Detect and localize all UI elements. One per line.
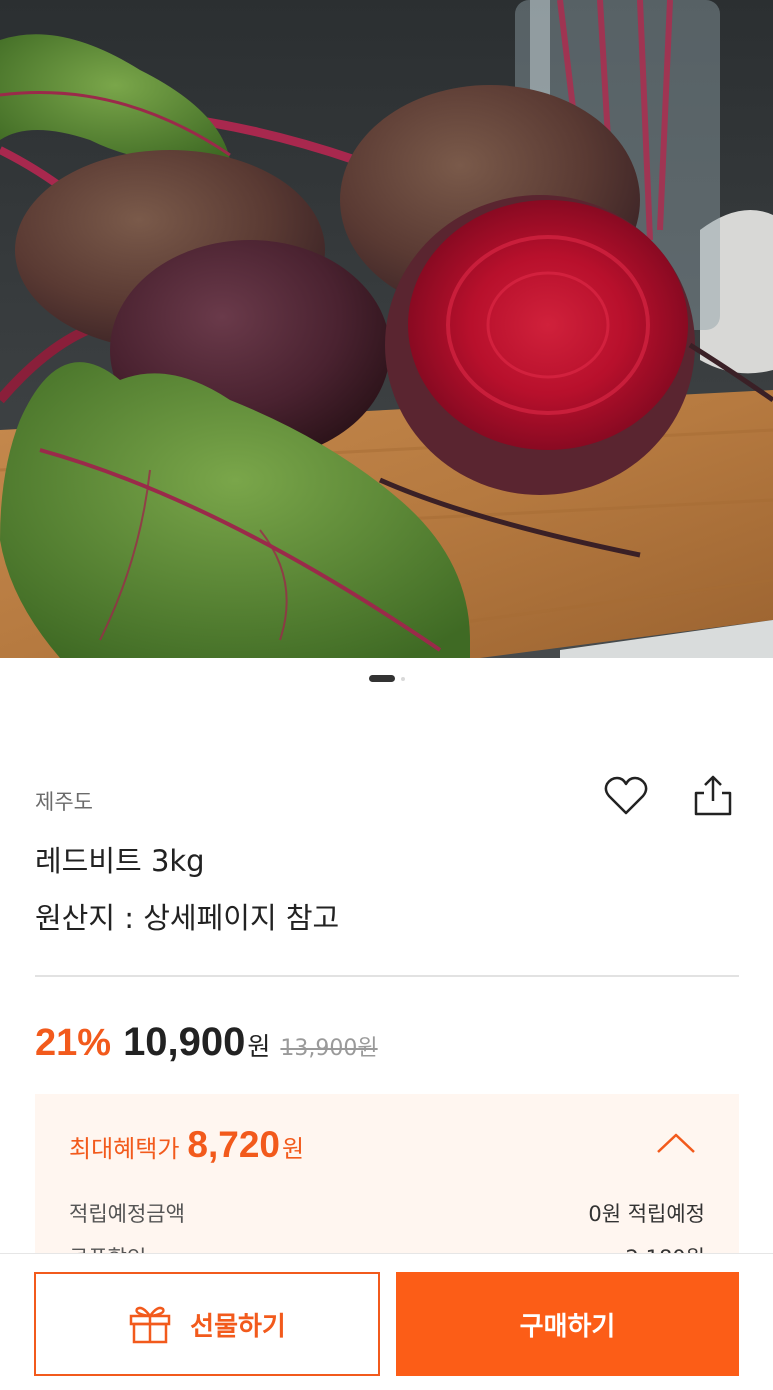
buy-button[interactable]: 구매하기 — [396, 1272, 739, 1376]
max-benefit-price: 8,720 — [187, 1124, 280, 1165]
wishlist-button[interactable] — [603, 775, 649, 817]
chevron-up-icon — [657, 1133, 695, 1153]
max-benefit-currency: 원 — [282, 1135, 305, 1163]
pager-dot-active[interactable] — [368, 675, 395, 682]
share-icon — [694, 775, 732, 816]
buy-button-label: 구매하기 — [519, 1310, 616, 1341]
share-button[interactable] — [690, 773, 736, 819]
points-label: 적립예정금액 — [69, 1202, 185, 1226]
image-pager[interactable] — [0, 675, 773, 683]
gift-icon — [129, 1306, 171, 1344]
max-benefit-header: 최대혜택가 8,720 원 — [69, 1124, 304, 1166]
benefit-collapse-button[interactable] — [653, 1130, 699, 1158]
divider — [35, 975, 739, 977]
points-value: 0원 적립예정 — [588, 1202, 705, 1226]
max-benefit-label: 최대혜택가 — [69, 1135, 180, 1163]
pager-dot[interactable] — [400, 677, 405, 681]
discount-rate: 21% — [35, 1022, 112, 1064]
gift-button[interactable]: 선물하기 — [34, 1272, 380, 1376]
original-price: 13,900원 — [280, 1036, 378, 1061]
heart-icon — [604, 776, 648, 815]
price-row: 21% 10,900 원 13,900원 — [35, 1020, 378, 1065]
gift-button-label: 선물하기 — [190, 1310, 286, 1341]
beet-photo — [0, 0, 773, 658]
max-benefit-panel: 최대혜택가 8,720 원 적립예정금액 0원 적립예정 쿠폰할인 -2,180… — [35, 1094, 739, 1264]
sale-price-currency: 원 — [247, 1032, 271, 1061]
product-region: 제주도 — [35, 790, 93, 814]
product-origin: 원산지 : 상세페이지 참고 — [35, 901, 340, 935]
product-image[interactable] — [0, 0, 773, 658]
product-name: 레드비트 3kg — [35, 844, 205, 878]
sale-price: 10,900 — [123, 1020, 246, 1064]
bottom-action-bar: 선물하기 구매하기 — [0, 1253, 773, 1390]
